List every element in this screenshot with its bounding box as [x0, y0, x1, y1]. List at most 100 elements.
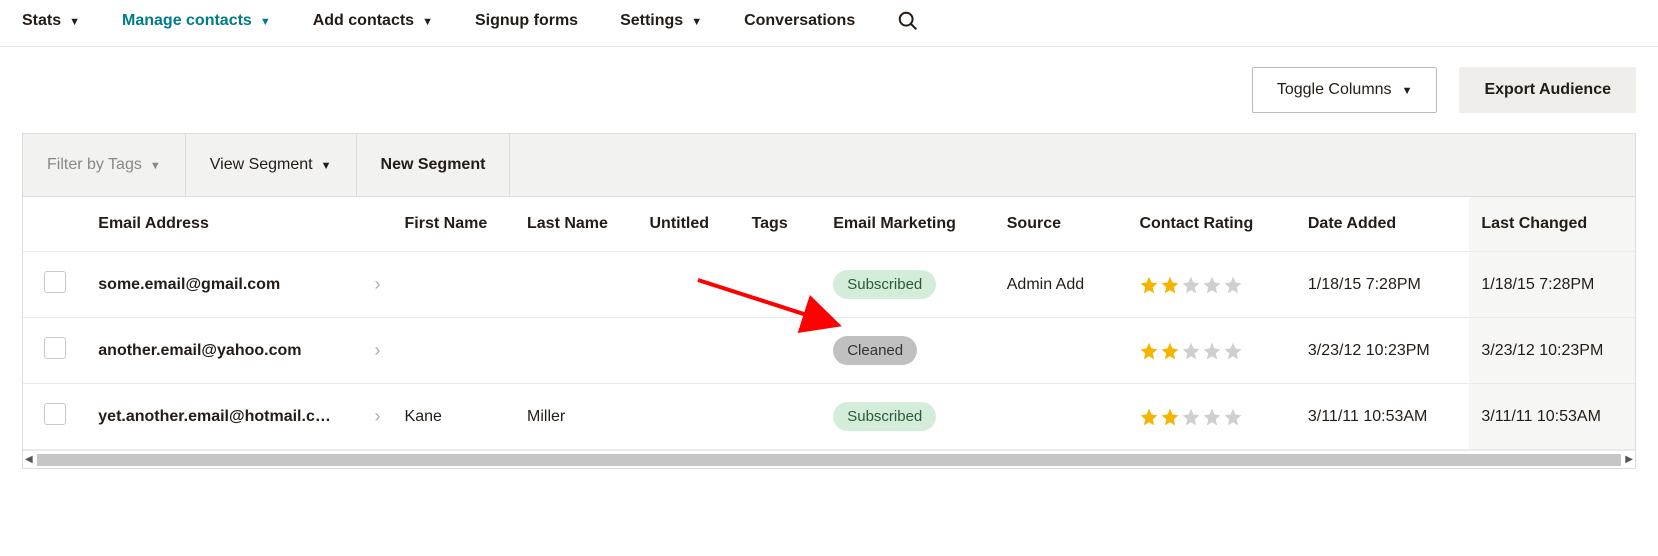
nav-settings[interactable]: Settings ▼: [620, 12, 702, 30]
row-checkbox[interactable]: [44, 337, 66, 359]
email-value: some.email@gmail.com: [98, 276, 280, 294]
star-icon: [1160, 275, 1180, 295]
first-name-value: [393, 318, 515, 384]
scroll-left-icon[interactable]: ◀: [25, 454, 33, 465]
chevron-right-icon[interactable]: ›: [375, 274, 381, 295]
toggle-columns-button[interactable]: Toggle Columns ▼: [1252, 67, 1438, 113]
untitled-value: [637, 318, 739, 384]
email-value: another.email@yahoo.com: [98, 342, 301, 360]
scroll-track[interactable]: [37, 454, 1622, 466]
chevron-down-icon: ▼: [260, 16, 271, 28]
star-icon: [1202, 407, 1222, 427]
star-icon: [1202, 275, 1222, 295]
export-audience-label: Export Audience: [1484, 81, 1611, 99]
star-icon: [1160, 407, 1180, 427]
star-icon: [1181, 275, 1201, 295]
nav-manage-contacts[interactable]: Manage contacts ▼: [122, 12, 271, 30]
chevron-down-icon: ▼: [150, 160, 161, 172]
date-added-value: 1/18/15 7:28PM: [1296, 252, 1470, 318]
star-icon: [1139, 407, 1159, 427]
star-icon: [1223, 407, 1243, 427]
star-icon: [1139, 341, 1159, 361]
header-contact-rating[interactable]: Contact Rating: [1127, 197, 1295, 252]
nav-signup-forms[interactable]: Signup forms: [475, 12, 578, 30]
chevron-down-icon: ▼: [691, 16, 702, 28]
chevron-down-icon: ▼: [69, 16, 80, 28]
nav-manage-label: Manage contacts: [122, 12, 252, 30]
marketing-badge: Subscribed: [833, 402, 936, 431]
search-icon[interactable]: [897, 10, 919, 32]
untitled-value: [637, 252, 739, 318]
rating-stars: [1139, 407, 1283, 427]
star-icon: [1181, 341, 1201, 361]
first-name-value: [393, 252, 515, 318]
table-row[interactable]: another.email@yahoo.com › Cleaned 3/23/12 1…: [23, 318, 1636, 384]
header-first-name[interactable]: First Name: [393, 197, 515, 252]
date-added-value: 3/11/11 10:53AM: [1296, 384, 1470, 450]
marketing-badge: Cleaned: [833, 336, 917, 365]
star-icon: [1223, 275, 1243, 295]
nav-add-label: Add contacts: [313, 12, 414, 30]
filter-by-tags[interactable]: Filter by Tags ▼: [23, 134, 186, 196]
last-name-value: [515, 318, 637, 384]
chevron-down-icon: ▼: [321, 160, 332, 172]
export-audience-button[interactable]: Export Audience: [1459, 67, 1636, 113]
rating-stars: [1139, 341, 1283, 361]
tags-value: [740, 252, 822, 318]
last-name-value: Miller: [515, 384, 637, 450]
tags-value: [740, 318, 822, 384]
filter-bar: Filter by Tags ▼ View Segment ▼ New Segm…: [22, 133, 1636, 196]
contacts-table: Email Address First Name Last Name Untit…: [23, 197, 1636, 450]
marketing-badge: Subscribed: [833, 270, 936, 299]
new-segment-label: New Segment: [381, 156, 486, 174]
header-tags[interactable]: Tags: [740, 197, 822, 252]
horizontal-scrollbar[interactable]: ◀ ▶: [23, 450, 1635, 468]
tags-value: [740, 384, 822, 450]
rating-stars: [1139, 275, 1283, 295]
date-added-value: 3/23/12 10:23PM: [1296, 318, 1470, 384]
header-last-name[interactable]: Last Name: [515, 197, 637, 252]
first-name-value: Kane: [393, 384, 515, 450]
new-segment[interactable]: New Segment: [357, 134, 511, 196]
star-icon: [1139, 275, 1159, 295]
header-last-changed[interactable]: Last Changed: [1469, 197, 1636, 252]
chevron-right-icon[interactable]: ›: [375, 340, 381, 361]
header-checkbox: [23, 197, 86, 252]
nav-conversations[interactable]: Conversations: [744, 12, 855, 30]
nav-settings-label: Settings: [620, 12, 683, 30]
header-email[interactable]: Email Address: [86, 197, 392, 252]
last-changed-value: 3/11/11 10:53AM: [1469, 384, 1636, 450]
source-value: Admin Add: [995, 252, 1128, 318]
header-email-marketing[interactable]: Email Marketing: [821, 197, 995, 252]
table-header-row: Email Address First Name Last Name Untit…: [23, 197, 1636, 252]
star-icon: [1181, 407, 1201, 427]
last-name-value: [515, 252, 637, 318]
top-nav: Stats ▼ Manage contacts ▼ Add contacts ▼…: [0, 0, 1658, 47]
nav-signup-label: Signup forms: [475, 12, 578, 30]
view-segment[interactable]: View Segment ▼: [186, 134, 357, 196]
contacts-table-wrap: Email Address First Name Last Name Untit…: [22, 196, 1636, 469]
chevron-right-icon[interactable]: ›: [375, 406, 381, 427]
row-checkbox[interactable]: [44, 403, 66, 425]
untitled-value: [637, 384, 739, 450]
nav-add-contacts[interactable]: Add contacts ▼: [313, 12, 433, 30]
email-value: yet.another.email@hotmail.com: [98, 408, 338, 426]
source-value: [995, 318, 1128, 384]
last-changed-value: 3/23/12 10:23PM: [1469, 318, 1636, 384]
header-untitled[interactable]: Untitled: [637, 197, 739, 252]
chevron-down-icon: ▼: [422, 16, 433, 28]
nav-stats-label: Stats: [22, 12, 61, 30]
view-segment-label: View Segment: [210, 156, 313, 174]
source-value: [995, 384, 1128, 450]
star-icon: [1202, 341, 1222, 361]
toggle-columns-label: Toggle Columns: [1277, 81, 1392, 99]
scroll-right-icon[interactable]: ▶: [1625, 454, 1633, 465]
row-checkbox[interactable]: [44, 271, 66, 293]
table-row[interactable]: some.email@gmail.com › Subscribed Admin Add…: [23, 252, 1636, 318]
header-date-added[interactable]: Date Added: [1296, 197, 1470, 252]
header-source[interactable]: Source: [995, 197, 1128, 252]
nav-stats[interactable]: Stats ▼: [22, 12, 80, 30]
star-icon: [1160, 341, 1180, 361]
table-row[interactable]: yet.another.email@hotmail.com › KaneMiller…: [23, 384, 1636, 450]
table-actions: Toggle Columns ▼ Export Audience: [0, 47, 1658, 133]
